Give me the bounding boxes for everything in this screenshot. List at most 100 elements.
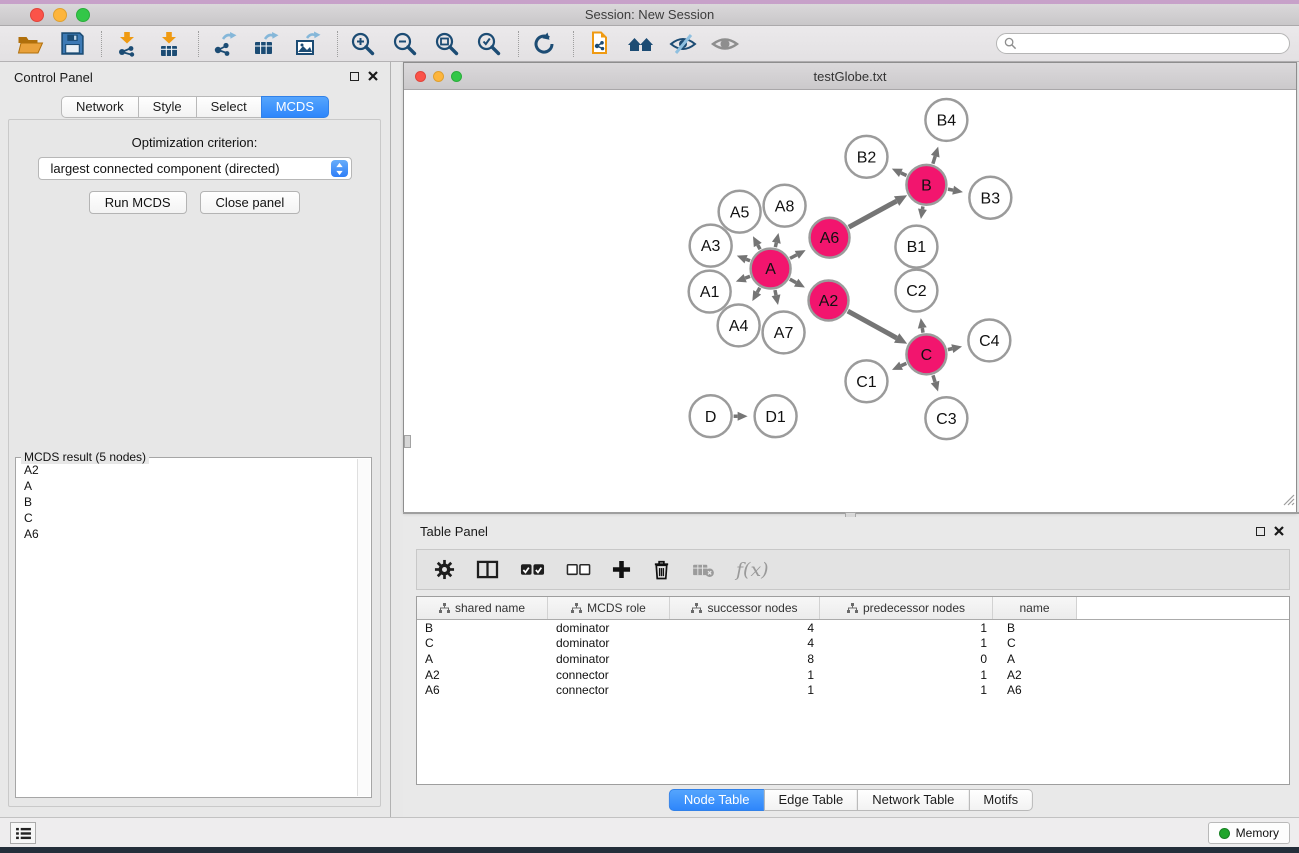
table-cell[interactable]: 1 (820, 636, 993, 652)
graph-edge-A-A6[interactable] (790, 255, 797, 259)
float-panel-icon[interactable] (350, 72, 359, 81)
search-input[interactable] (1021, 35, 1289, 52)
graph-node-A8[interactable] (764, 185, 806, 227)
graph-edge-A-A3[interactable] (746, 259, 750, 261)
graph-edge-C-C2[interactable] (922, 328, 923, 333)
graph-edge-C-C4[interactable] (948, 349, 952, 350)
tab-mcds[interactable]: MCDS (261, 96, 329, 118)
graph-node-A2[interactable] (809, 281, 849, 321)
split-view-icon[interactable] (476, 560, 499, 579)
table-row[interactable]: A6connector11A6 (417, 682, 1289, 698)
table-cell[interactable]: dominator (548, 620, 670, 636)
table-cell[interactable]: A6 (417, 682, 548, 698)
task-history-button[interactable] (10, 822, 36, 844)
graph-node-A6[interactable] (810, 218, 850, 258)
graph-node-B3[interactable] (969, 177, 1011, 219)
table-cell[interactable]: 0 (820, 651, 993, 667)
graph-node-C4[interactable] (968, 319, 1010, 361)
column-header-name[interactable]: name (993, 597, 1077, 619)
table-cell[interactable]: B (417, 620, 548, 636)
table-row[interactable]: A2connector11A2 (417, 667, 1289, 683)
table-cell[interactable]: 1 (820, 620, 993, 636)
mcds-result-item[interactable]: C (17, 510, 356, 526)
table-cell[interactable]: A (993, 651, 1077, 667)
select-all-columns-icon[interactable] (520, 563, 545, 577)
clone-network-icon[interactable] (583, 29, 615, 59)
table-cell[interactable]: A2 (417, 667, 548, 683)
table-cell[interactable]: A2 (993, 667, 1077, 683)
column-header-shared-name[interactable]: shared name (417, 597, 548, 619)
table-cell[interactable]: 4 (670, 620, 820, 636)
optimization-criterion-select[interactable]: largest connected component (directed) (38, 157, 352, 180)
table-cell[interactable]: 1 (820, 682, 993, 698)
table-cell[interactable]: 1 (820, 667, 993, 683)
close-panel-button[interactable]: Close panel (200, 191, 301, 214)
table-cell[interactable]: 4 (670, 636, 820, 652)
zoom-out-icon[interactable] (389, 29, 421, 59)
graph-edge-A6-B[interactable] (849, 201, 897, 227)
graph-node-B1[interactable] (895, 226, 937, 268)
table-cell[interactable]: A (417, 651, 548, 667)
column-header-successor-nodes[interactable]: successor nodes (670, 597, 820, 619)
table-cell[interactable]: 1 (670, 667, 820, 683)
graph-node-A3[interactable] (690, 225, 732, 267)
close-panel-icon[interactable] (1274, 526, 1284, 536)
function-builder-icon[interactable]: f(x) (736, 559, 769, 581)
graph-edge-B-B3[interactable] (948, 189, 953, 190)
eye-disabled-icon[interactable] (709, 29, 741, 59)
graph-node-B2[interactable] (846, 136, 888, 178)
graph-node-D[interactable] (690, 395, 732, 437)
graph-edge-B-B2[interactable] (901, 173, 907, 176)
mcds-result-scrollbar[interactable] (357, 459, 370, 796)
tab-node-table[interactable]: Node Table (669, 789, 765, 811)
graph-node-A5[interactable] (719, 191, 761, 233)
tab-edge-table[interactable]: Edge Table (763, 789, 858, 811)
graph-node-A[interactable] (751, 249, 791, 289)
table-cell[interactable]: connector (548, 667, 670, 683)
graph-edge-C-C3[interactable] (933, 375, 935, 382)
graph-edge-A-A4[interactable] (757, 288, 760, 293)
mcds-result-item[interactable]: B (17, 494, 356, 510)
graph-edge-B-B4[interactable] (933, 156, 935, 164)
export-table-icon[interactable] (250, 29, 282, 59)
graph-node-D1[interactable] (755, 395, 797, 437)
table-cell[interactable]: 1 (670, 682, 820, 698)
open-file-icon[interactable] (14, 29, 46, 59)
graph-node-B[interactable] (906, 165, 946, 205)
table-row[interactable]: Adominator80A (417, 651, 1289, 667)
graph-node-C[interactable] (906, 334, 946, 374)
zoom-fit-icon[interactable] (431, 29, 463, 59)
create-column-icon[interactable] (612, 560, 631, 579)
memory-button[interactable]: Memory (1208, 822, 1290, 844)
table-cell[interactable]: dominator (548, 651, 670, 667)
zoom-selected-icon[interactable] (473, 29, 505, 59)
graph-node-C1[interactable] (846, 360, 888, 402)
table-row[interactable]: Bdominator41B (417, 620, 1289, 636)
column-header-predecessor-nodes[interactable]: predecessor nodes (820, 597, 993, 619)
table-cell[interactable]: A6 (993, 682, 1077, 698)
table-cell[interactable]: C (993, 636, 1077, 652)
graph-edge-A2-C[interactable] (848, 311, 897, 338)
graphics-details-icon[interactable] (667, 29, 699, 59)
graph-edge-A-A2[interactable] (790, 279, 796, 282)
graph-edge-A-A1[interactable] (745, 276, 750, 278)
import-table-icon[interactable] (153, 29, 185, 59)
graph-node-A7[interactable] (763, 311, 805, 353)
graph-node-A4[interactable] (718, 304, 760, 346)
import-network-icon[interactable] (111, 29, 143, 59)
home-view-icon[interactable] (625, 29, 657, 59)
graph-edge-C-C1[interactable] (901, 363, 906, 365)
save-session-icon[interactable] (56, 29, 88, 59)
graph-node-A1[interactable] (689, 271, 731, 313)
table-cell[interactable]: C (417, 636, 548, 652)
close-panel-icon[interactable] (368, 71, 378, 81)
mcds-result-item[interactable]: A (17, 478, 356, 494)
float-panel-icon[interactable] (1256, 527, 1265, 536)
export-network-icon[interactable] (208, 29, 240, 59)
graph-canvas[interactable]: B4B2BB3A8A5A6A3B1AC2A1A2A4A7C4CC1DD1C3 (404, 90, 1296, 512)
column-header-MCDS-role[interactable]: MCDS role (548, 597, 670, 619)
table-cell[interactable]: connector (548, 682, 670, 698)
graph-node-C3[interactable] (925, 397, 967, 439)
graph-node-B4[interactable] (925, 99, 967, 141)
tab-network[interactable]: Network (61, 96, 139, 118)
